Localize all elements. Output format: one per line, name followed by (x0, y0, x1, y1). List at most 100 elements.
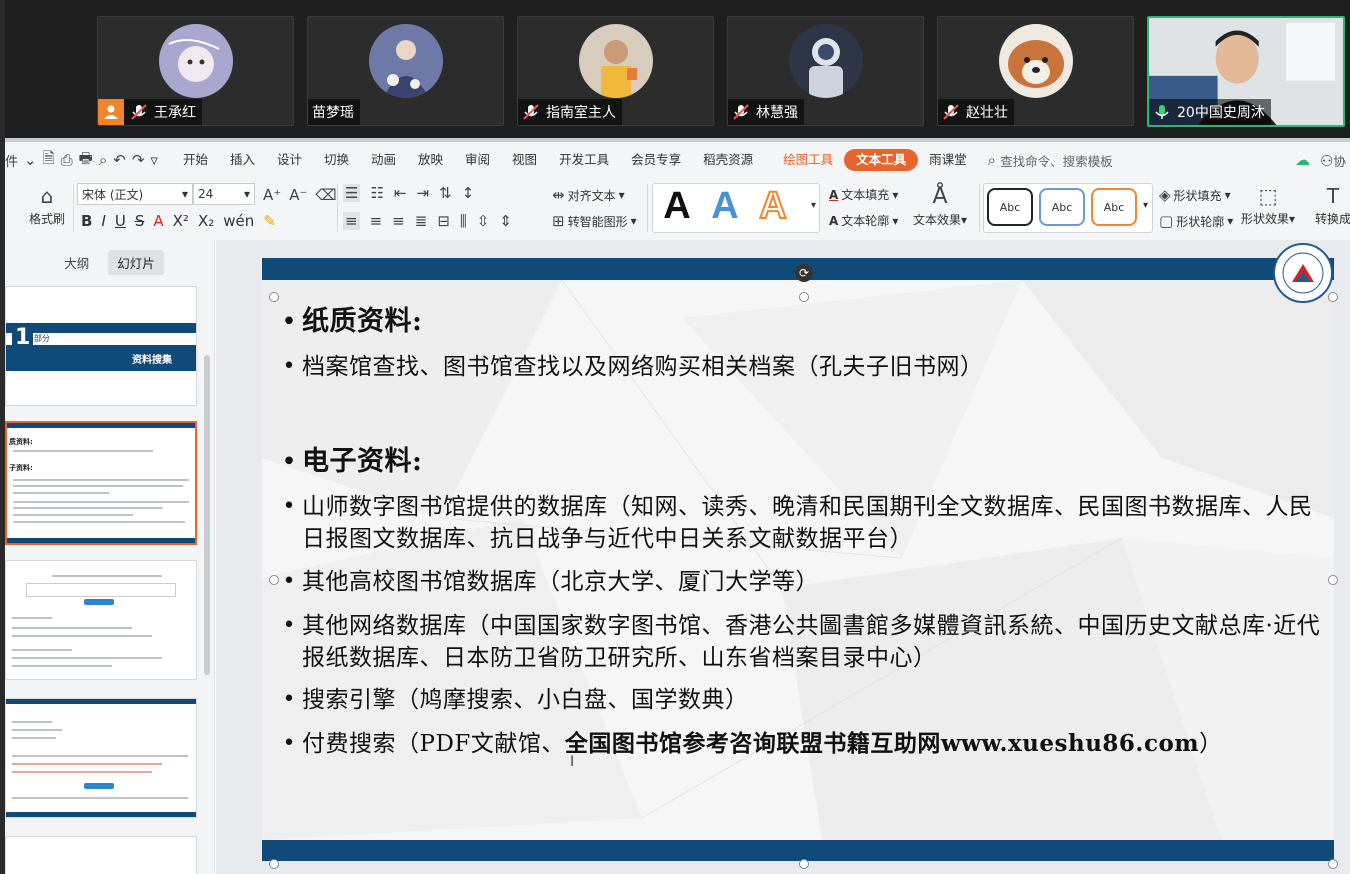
shape-outline-button[interactable]: ▢ 形状轮廓 ▾ (1159, 212, 1233, 230)
customize-icon[interactable]: ▿ (150, 151, 158, 169)
resize-handle[interactable] (269, 292, 279, 302)
distribute-icon[interactable]: ⊟ (437, 212, 450, 230)
tab-review[interactable]: 审阅 (454, 149, 501, 171)
tab-rain-classroom[interactable]: 雨课堂 (918, 149, 978, 171)
underline-icon[interactable]: U (115, 212, 126, 230)
slide-thumbnail[interactable]: 1 部分 资料搜集 (5, 286, 197, 406)
shape-style-orange[interactable]: Abc (1091, 188, 1137, 226)
paid-search-suffix: ） (1199, 731, 1223, 757)
phonetic-icon[interactable]: wén (223, 212, 254, 230)
tab-text-tools[interactable]: 文本工具 (844, 149, 919, 171)
tab-slideshow[interactable]: 放映 (407, 149, 454, 171)
command-search[interactable]: ⌕ 查找命令、搜索模板 (988, 151, 1113, 170)
font-name-select[interactable]: 宋体 (正文) ▾ (77, 183, 193, 205)
spacing-icon[interactable]: ⇕ (499, 212, 512, 230)
tab-docer-resources[interactable]: 稻壳资源 (692, 149, 764, 171)
grow-font-icon[interactable]: A⁺ (263, 186, 281, 204)
participant-tile[interactable]: 苗梦瑶 (307, 16, 504, 126)
shape-style-black[interactable]: Abc (987, 188, 1033, 226)
resize-handle[interactable] (799, 859, 809, 869)
text-style-blue[interactable]: A (703, 182, 747, 230)
text-effect-button[interactable]: Å 文本效果▾ (913, 184, 967, 228)
clear-format-icon[interactable]: ⌫ (315, 186, 336, 204)
panel-scrollbar[interactable] (204, 355, 210, 675)
highlight-icon[interactable]: ✎ (263, 212, 276, 230)
cloud-sync-icon[interactable]: ☁ (1295, 151, 1310, 170)
shape-fill-button[interactable]: ◈ 形状填充 ▾ (1159, 186, 1231, 204)
tab-outline[interactable]: 大纲 (55, 250, 98, 275)
increase-indent-icon[interactable]: ⇥ (416, 184, 429, 202)
file-menu[interactable]: 件 (5, 151, 18, 170)
numbered-list-icon[interactable]: ☷ (370, 184, 383, 202)
text-fill-button[interactable]: A 文本填充 ▾ (829, 186, 898, 203)
align-center-icon[interactable]: ≡ (370, 212, 383, 230)
subscript-icon[interactable]: X₂ (198, 212, 214, 230)
thumb-line (12, 763, 162, 765)
justify-icon[interactable]: ≣ (415, 212, 428, 230)
chevron-down-icon[interactable]: ⌄ (24, 151, 37, 169)
resize-handle[interactable] (1328, 859, 1338, 869)
shape-effect-button[interactable]: ⬚ 形状效果▾ (1241, 184, 1295, 227)
shrink-font-icon[interactable]: A⁻ (289, 186, 307, 204)
font-color-icon[interactable]: A (153, 212, 163, 230)
strikethrough-icon[interactable]: S (135, 212, 145, 230)
export-pdf-icon[interactable]: ⎙ (61, 151, 73, 169)
print-icon[interactable]: 🖶 (79, 148, 93, 173)
text-style-orange-outline[interactable]: A (751, 182, 795, 230)
tab-home[interactable]: 开始 (172, 149, 219, 171)
decrease-indent-icon[interactable]: ⇤ (394, 184, 407, 202)
bold-icon[interactable]: B (81, 212, 92, 230)
participant-tile[interactable]: 王承红 (97, 16, 294, 126)
tab-insert[interactable]: 插入 (219, 149, 266, 171)
participant-tile[interactable]: 赵壮壮 (937, 16, 1134, 126)
resize-handle[interactable] (1328, 575, 1338, 585)
participant-tile[interactable]: 林慧强 (727, 16, 924, 126)
shape-style-blue[interactable]: Abc (1039, 188, 1085, 226)
font-size-select[interactable]: 24 ▾ (193, 183, 255, 205)
slide-thumbnail[interactable] (5, 836, 197, 874)
slide[interactable]: • 纸质资料: • 档案馆查找、图书馆查找以及网络购买相关档案（孔夫子旧书网） … (262, 258, 1334, 861)
paragraph-spacing-icon[interactable]: ⇳ (477, 212, 490, 230)
tab-transitions[interactable]: 切换 (313, 149, 360, 171)
italic-icon[interactable]: I (101, 212, 105, 230)
resize-handle[interactable] (269, 859, 279, 869)
text-style-black[interactable]: A (655, 182, 699, 230)
text-outline-button[interactable]: A 文本轮廓 ▾ (829, 212, 898, 229)
rotate-handle-icon[interactable]: ⟳ (795, 264, 813, 282)
smart-shape-button[interactable]: ⊞ 转智能图形 ▾ (552, 212, 637, 230)
tab-view[interactable]: 视图 (501, 149, 548, 171)
align-text-button[interactable]: ⇹ 对齐文本 ▾ (552, 186, 625, 204)
tab-developer[interactable]: 开发工具 (548, 149, 620, 171)
resize-handle[interactable] (799, 292, 809, 302)
save-icon[interactable]: 🗎 (43, 148, 55, 173)
thumb-line (12, 665, 112, 667)
tab-drawing-tools[interactable]: 绘图工具 (772, 149, 844, 171)
redo-icon[interactable]: ↷ (132, 151, 145, 169)
print-preview-icon[interactable]: ⌕ (99, 151, 107, 169)
thumb-line (12, 729, 62, 731)
resize-handle[interactable] (1328, 292, 1338, 302)
tab-animations[interactable]: 动画 (360, 149, 407, 171)
line-spacing-icon[interactable]: ↕ (462, 184, 475, 202)
participant-tile[interactable]: 指南室主人 (517, 16, 714, 126)
convert-button[interactable]: T 转换成 (1315, 184, 1350, 227)
undo-icon[interactable]: ↶ (113, 151, 126, 169)
align-right-icon[interactable]: ≡ (392, 212, 405, 230)
superscript-icon[interactable]: X² (173, 212, 189, 230)
slide-thumbnail[interactable] (5, 698, 197, 818)
share-button[interactable]: ⚇协 (1320, 151, 1346, 170)
bullet-list-icon[interactable]: ☰ (343, 184, 361, 202)
slide-thumbnail[interactable] (5, 560, 197, 680)
shape-gallery-more-icon[interactable]: ▾ (1143, 200, 1148, 211)
tab-member[interactable]: 会员专享 (620, 149, 692, 171)
tab-slides[interactable]: 幻灯片 (108, 250, 164, 275)
tab-design[interactable]: 设计 (266, 149, 313, 171)
format-painter-button[interactable]: ⌂ 格式刷 (29, 184, 65, 227)
align-left-icon[interactable]: ≡ (343, 212, 360, 230)
resize-handle[interactable] (269, 575, 279, 585)
gallery-more-icon[interactable]: ▾ (811, 200, 816, 211)
participant-tile-active[interactable]: 20中国史周沐 (1147, 16, 1345, 127)
text-direction-icon[interactable]: ⇅ (439, 184, 452, 202)
slide-thumbnail-current[interactable]: 质资料: 子资料: (5, 421, 197, 545)
columns-icon[interactable]: ⫼ (460, 212, 467, 230)
